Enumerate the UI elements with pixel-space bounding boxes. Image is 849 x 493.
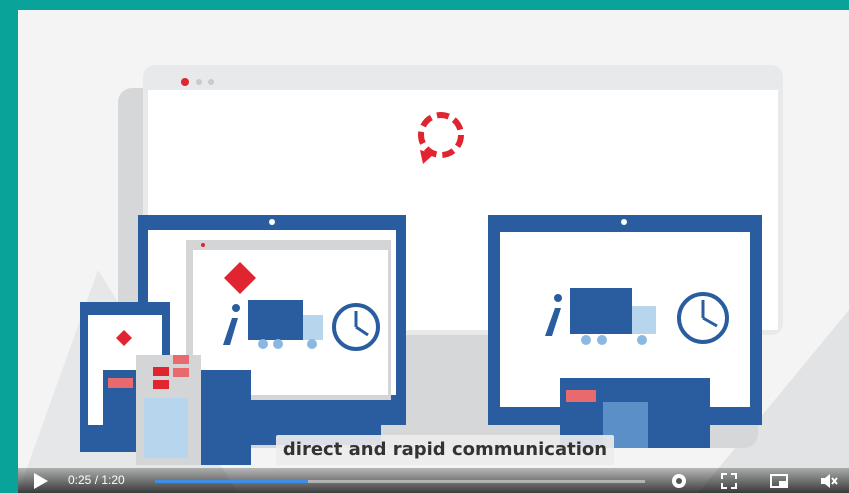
time-display: 0:25 / 1:20	[68, 473, 125, 487]
progress-bar[interactable]	[155, 480, 645, 483]
video-player[interactable]: direct and rapid communication 0:25 / 1:…	[18, 10, 849, 493]
video-scene	[18, 65, 849, 493]
clock-icon	[332, 303, 380, 351]
miniplayer-icon[interactable]	[769, 471, 789, 491]
clock-icon-right	[677, 292, 729, 344]
page-frame: direct and rapid communication 0:25 / 1:…	[0, 0, 849, 493]
fullscreen-icon[interactable]	[719, 471, 739, 491]
settings-icon[interactable]	[669, 471, 689, 491]
progress-fill	[155, 480, 309, 483]
video-caption: direct and rapid communication	[276, 435, 614, 465]
play-icon[interactable]	[34, 473, 48, 489]
volume-icon[interactable]	[819, 471, 839, 491]
video-controls: 0:25 / 1:20	[18, 468, 849, 493]
